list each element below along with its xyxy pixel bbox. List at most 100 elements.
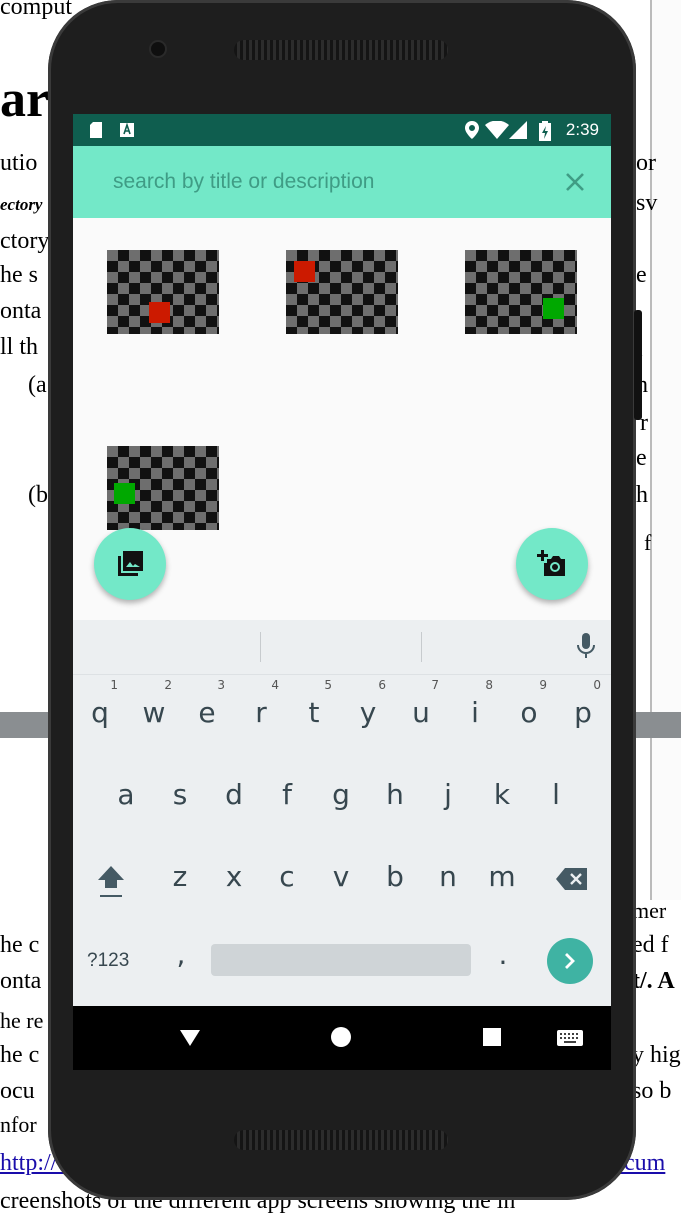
key-number-hint: 7	[431, 678, 439, 692]
key-m[interactable]: m	[482, 860, 522, 893]
bg-text: (a	[28, 372, 47, 398]
key-number-hint: 5	[324, 678, 332, 692]
take-photo-button[interactable]	[516, 528, 588, 600]
bg-text: he s	[0, 262, 38, 288]
a-notification-icon	[120, 122, 134, 137]
key-w[interactable]: w2	[134, 678, 174, 729]
key-number-hint: 2	[164, 678, 172, 692]
bg-text: or	[636, 150, 656, 176]
recents-icon[interactable]	[483, 1028, 501, 1046]
key-z[interactable]: z	[160, 860, 200, 893]
bg-text: so b	[632, 1078, 672, 1104]
close-icon[interactable]	[561, 168, 589, 196]
period-key[interactable]: .	[483, 938, 523, 971]
status-time: 2:39	[565, 120, 599, 139]
key-x[interactable]: x	[214, 860, 254, 893]
key-a[interactable]: a	[106, 778, 146, 811]
key-label: o	[520, 696, 538, 729]
bg-text: e	[636, 262, 647, 288]
key-e[interactable]: e3	[187, 678, 227, 729]
key-label: i	[471, 696, 479, 729]
gallery-thumbnail[interactable]	[107, 446, 219, 530]
bg-text: comput	[0, 0, 72, 20]
go-button[interactable]	[547, 938, 593, 984]
key-number-hint: 4	[271, 678, 279, 692]
bg-text: ocu	[0, 1078, 35, 1104]
bg-text: f	[644, 530, 652, 555]
soft-keyboard: q1 w2 e3 r4 t5 y6 u7 i8 o9 p0 a s d f g …	[73, 620, 611, 1006]
key-u[interactable]: u7	[401, 678, 441, 729]
bg-text: ll th	[0, 334, 39, 360]
top-speaker-grille	[234, 40, 448, 60]
key-l[interactable]: l	[536, 778, 576, 811]
key-label: r	[255, 696, 267, 729]
gallery-thumbnail[interactable]	[107, 250, 219, 334]
key-number-hint: 8	[485, 678, 493, 692]
bottom-speaker-grille	[234, 1130, 448, 1150]
signal-icon	[509, 121, 527, 139]
bg-text: ectory	[0, 195, 43, 214]
key-label: p	[574, 696, 592, 729]
keyboard-icon[interactable]	[557, 1030, 583, 1046]
home-icon[interactable]	[330, 1026, 352, 1048]
backspace-icon[interactable]	[555, 866, 589, 892]
key-o[interactable]: o9	[509, 678, 549, 729]
shift-icon[interactable]	[95, 864, 127, 900]
key-number-hint: 9	[539, 678, 547, 692]
bg-text: he c	[0, 932, 40, 958]
mic-icon[interactable]	[577, 632, 595, 660]
key-b[interactable]: b	[375, 860, 415, 893]
gallery-thumbnail[interactable]	[286, 250, 398, 334]
bg-text: utio	[0, 150, 38, 176]
bg-text: t/. A	[632, 968, 675, 994]
key-y[interactable]: y6	[348, 678, 388, 729]
key-s[interactable]: s	[160, 778, 200, 811]
key-r[interactable]: r4	[241, 678, 281, 729]
suggestion-divider	[421, 632, 422, 662]
space-key[interactable]	[211, 944, 471, 976]
key-label: t	[308, 696, 320, 729]
key-label: u	[412, 696, 430, 729]
bg-text: nfor	[0, 1112, 37, 1137]
key-q[interactable]: q1	[80, 678, 120, 729]
key-k[interactable]: k	[482, 778, 522, 811]
background-side-panel	[650, 0, 681, 900]
status-bar: 2:39	[73, 114, 611, 146]
search-bar	[73, 146, 611, 218]
key-t[interactable]: t5	[294, 678, 334, 729]
key-c[interactable]: c	[267, 860, 307, 893]
front-camera	[151, 42, 165, 56]
comma-key[interactable]: ,	[161, 938, 201, 971]
symbols-key[interactable]: ?123	[87, 950, 129, 972]
key-number-hint: 3	[217, 678, 225, 692]
add-a-photo-icon	[537, 550, 565, 576]
battery-charging-icon	[539, 121, 551, 141]
key-j[interactable]: j	[428, 778, 468, 811]
bg-text: e	[636, 445, 647, 471]
bg-text: (b	[28, 482, 48, 508]
bg-text: h	[636, 482, 648, 508]
power-button	[634, 310, 642, 420]
bg-text: sv	[636, 190, 658, 216]
search-input[interactable]	[113, 166, 513, 198]
key-h[interactable]: h	[375, 778, 415, 811]
location-icon	[465, 121, 479, 139]
back-icon[interactable]	[178, 1028, 202, 1048]
bg-text: he re	[0, 1008, 44, 1033]
key-p[interactable]: p0	[563, 678, 603, 729]
key-v[interactable]: v	[321, 860, 361, 893]
gallery-thumbnail[interactable]	[465, 250, 577, 334]
key-f[interactable]: f	[267, 778, 307, 811]
key-i[interactable]: i8	[455, 678, 495, 729]
key-label: y	[359, 696, 377, 729]
key-g[interactable]: g	[321, 778, 361, 811]
open-gallery-button[interactable]	[94, 528, 166, 600]
thumbnail-marker	[543, 298, 564, 319]
thumbnail-marker	[114, 483, 135, 504]
bg-text: he c	[0, 1042, 40, 1068]
key-n[interactable]: n	[428, 860, 468, 893]
key-d[interactable]: d	[214, 778, 254, 811]
thumbnail-marker	[149, 302, 170, 323]
bg-text: ctory	[0, 228, 50, 254]
key-number-hint: 1	[110, 678, 118, 692]
